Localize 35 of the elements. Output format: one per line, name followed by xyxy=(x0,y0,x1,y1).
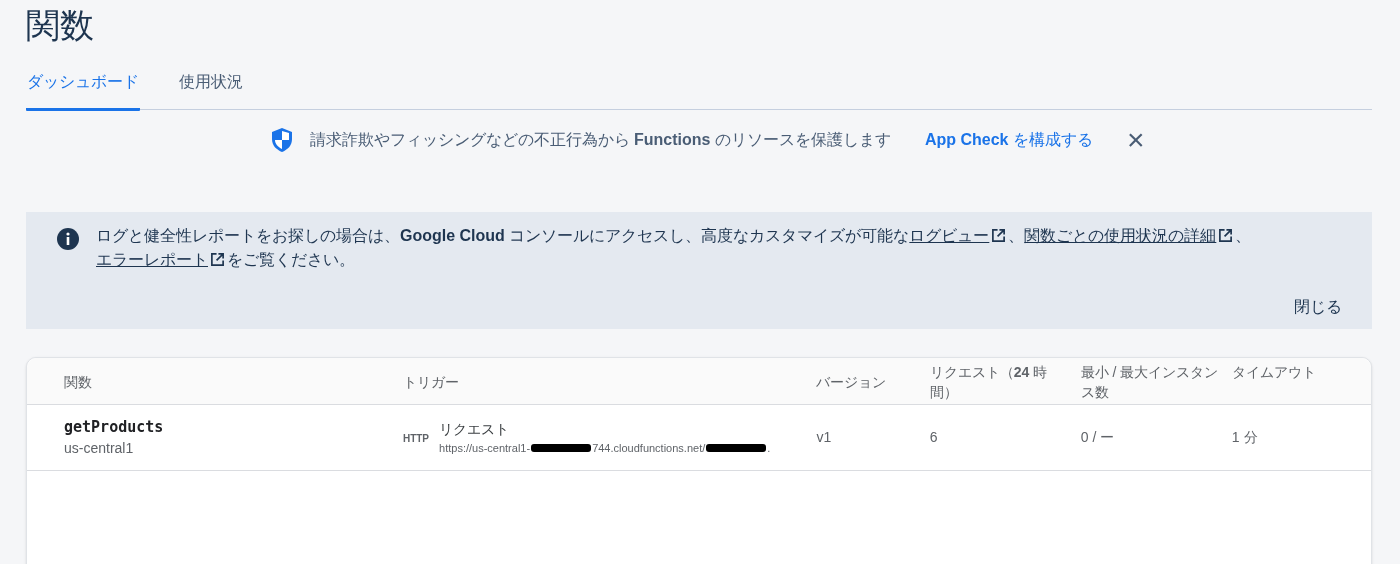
column-header: 関数 xyxy=(64,374,92,390)
trigger-type: リクエスト xyxy=(439,419,510,439)
info-link[interactable]: ログビュー xyxy=(909,227,990,244)
column-header: タイムアウト xyxy=(1231,364,1316,380)
info-message: ログと健全性レポートをお探しの場合は、Google Cloud コンソールにアクセスし、高度なカスタマイズが可能な ログビュー 、関数ごとの使用状況の詳細 、 エラーレポート をご覧ください。 xyxy=(96,226,1253,270)
banner-text: 請求詐欺やフィッシングなどの不正行為から Functions のリソースを保護します xyxy=(309,130,891,150)
function-region: us-central1 xyxy=(64,439,134,459)
external-link-icon xyxy=(1218,228,1234,243)
tab[interactable]: 使用状況 xyxy=(178,67,244,111)
info-link[interactable]: 関数ごとの使用状況の詳細 xyxy=(1024,227,1217,244)
page-title: 関数 xyxy=(26,5,94,45)
column-header: トリガー xyxy=(402,374,459,390)
configure-link[interactable]: App Check を構成する xyxy=(924,128,1093,152)
info-link[interactable]: エラーレポート xyxy=(96,251,208,268)
close-button[interactable]: × xyxy=(1122,126,1149,154)
url-text: . xyxy=(767,440,771,456)
redaction-mark xyxy=(706,444,767,452)
shield-icon xyxy=(269,127,294,153)
url-text: 744.cloudfunctions.net/ xyxy=(592,440,706,456)
external-link-icon xyxy=(991,228,1007,243)
column-header: バージョン xyxy=(816,374,887,390)
redaction-mark xyxy=(531,444,592,452)
column-header: リクエスト（24 時間） xyxy=(929,364,1048,400)
table-cell: 6 xyxy=(929,429,938,445)
dismiss-button[interactable]: 閉じる xyxy=(1292,295,1344,319)
table-cell: v1 xyxy=(816,429,832,445)
tab[interactable]: ダッシュボード xyxy=(26,67,140,111)
info-icon xyxy=(56,227,80,251)
http-label: HTTP xyxy=(402,432,430,446)
table-cell: 1 分 xyxy=(1231,429,1258,445)
column-header: 最小 / 最大インスタンス数 xyxy=(1080,364,1219,400)
function-name: getProducts xyxy=(64,416,164,438)
external-link-icon xyxy=(210,252,225,267)
url-text: https://us-central1- xyxy=(439,440,531,456)
table-cell: 0 / ー xyxy=(1080,429,1115,445)
